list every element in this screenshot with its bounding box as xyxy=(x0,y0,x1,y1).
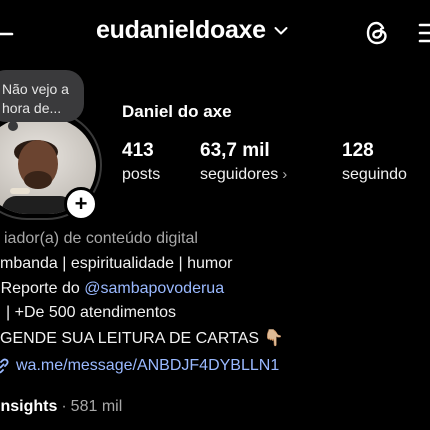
bio-link[interactable]: wa.me/message/ANBDJF4DYBLLN1 xyxy=(16,357,279,374)
bio-line: GENDE SUA LEITURA DE CARTAS 👇🏼 xyxy=(0,330,284,347)
followers-label: seguidores xyxy=(200,166,279,183)
following-count: 128 xyxy=(342,140,374,161)
chevron-right-icon: › xyxy=(282,166,288,183)
note-bubble[interactable]: Não vejo a hora de... xyxy=(0,70,84,122)
chevron-down-icon xyxy=(274,26,288,34)
plus-icon: + xyxy=(74,191,88,216)
threads-icon[interactable] xyxy=(362,18,392,48)
bio-text: | +De 500 atendimentos xyxy=(6,304,177,321)
note-bubble-tail xyxy=(8,121,18,131)
bio-text: | Reporte do xyxy=(0,280,85,297)
username: eudanieldoaxe xyxy=(96,16,266,44)
link-icon xyxy=(0,358,9,374)
bio-line: | +De 500 atendimentos xyxy=(0,304,176,322)
profile-screen: eudanieldoaxe + Não vejo a hora de... Da… xyxy=(0,0,430,430)
posts-stat[interactable]: 413 posts xyxy=(122,140,160,186)
bio-line: mbanda | espiritualidade | humor xyxy=(0,255,233,272)
following-stat[interactable]: 128 seguindo xyxy=(342,140,407,186)
back-arrow-icon[interactable] xyxy=(0,20,14,48)
insights-separator: · xyxy=(61,398,67,415)
insights-row[interactable]: Insights · 581 mil xyxy=(0,398,122,416)
followers-count: 63,7 mil xyxy=(200,140,270,161)
followers-stat[interactable]: 63,7 mil seguidores › xyxy=(200,140,287,186)
menu-icon[interactable] xyxy=(418,22,430,44)
display-name: Daniel do axe xyxy=(122,102,232,121)
add-story-button[interactable]: + xyxy=(64,187,98,221)
posts-label: posts xyxy=(122,166,161,183)
bio-category: iador(a) de conteúdo digital xyxy=(4,230,198,247)
following-label: seguindo xyxy=(342,166,407,183)
posts-count: 413 xyxy=(122,140,154,161)
note-text: Não vejo a hora de... xyxy=(2,81,69,116)
bio-line: | Reporte do @sambapovoderua xyxy=(0,280,224,298)
insights-label: Insights xyxy=(0,398,58,415)
insights-count: 581 mil xyxy=(70,398,123,415)
mention-link[interactable]: @sambapovoderua xyxy=(84,280,224,297)
username-switcher[interactable]: eudanieldoaxe xyxy=(96,16,288,45)
bio-link-row[interactable]: wa.me/message/ANBDJF4DYBLLN1 xyxy=(0,357,279,375)
